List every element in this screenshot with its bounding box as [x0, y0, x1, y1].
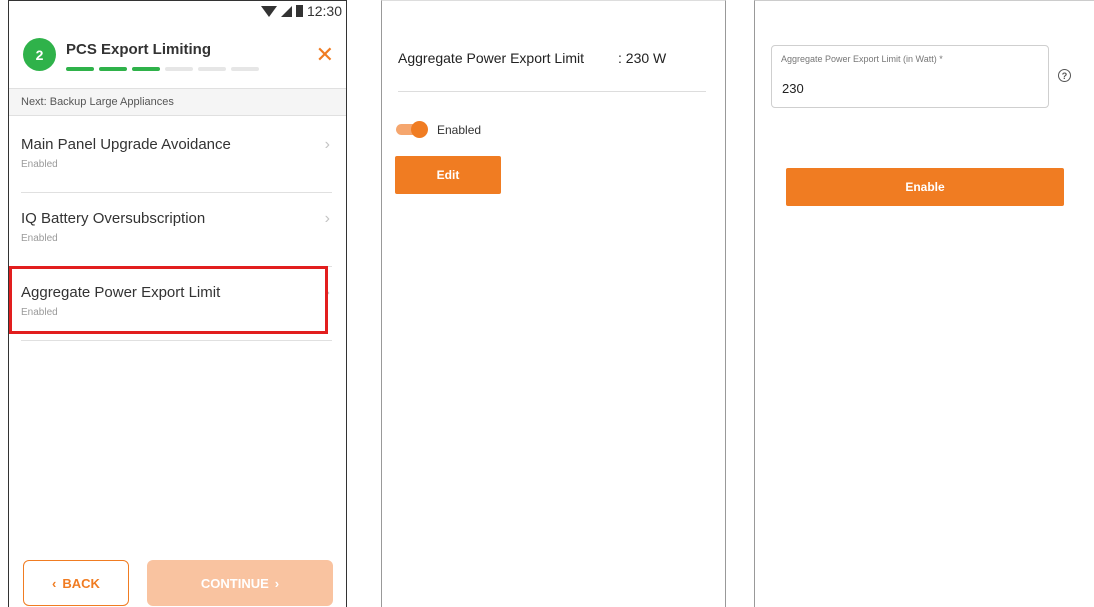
progress-segment: [66, 67, 94, 71]
edit-button[interactable]: Edit: [395, 156, 501, 194]
continue-button[interactable]: CONTINUE ›: [147, 560, 333, 606]
progress-segment: [231, 67, 259, 71]
list-item-status: Enabled: [21, 159, 58, 170]
close-icon[interactable]: ✕: [316, 44, 334, 66]
status-bar: 12:30: [9, 0, 346, 20]
progress-segment: [198, 67, 226, 71]
list-item-status: Enabled: [21, 233, 58, 244]
toggle-label: Enabled: [437, 123, 482, 137]
toggle-knob: [411, 121, 428, 138]
setting-value: : 230 W: [618, 50, 667, 66]
enable-button[interactable]: Enable: [786, 168, 1064, 206]
chevron-right-icon: ›: [324, 136, 330, 153]
wifi-icon: [260, 5, 277, 17]
list-item-iq-battery-oversubscription[interactable]: IQ Battery Oversubscription Enabled ›: [21, 198, 332, 268]
next-step-label: Next: Backup Large Appliances: [9, 88, 346, 116]
step-progress-bar: [66, 67, 259, 71]
signal-icon: [280, 5, 292, 17]
page-title: PCS Export Limiting: [66, 41, 212, 58]
detail-screen: Aggregate Power Export Limit : 230 W Ena…: [381, 0, 726, 607]
edit-screen: Aggregate Power Export Limit (in Watt) *…: [754, 0, 1094, 607]
highlight-box: [9, 266, 328, 334]
help-icon[interactable]: ?: [1058, 69, 1071, 82]
field-value[interactable]: 230: [782, 81, 804, 96]
chevron-right-icon: ›: [274, 575, 280, 591]
field-label: Aggregate Power Export Limit (in Watt) *: [781, 54, 943, 64]
chevron-left-icon: ‹: [52, 575, 57, 591]
enabled-toggle[interactable]: [396, 121, 428, 138]
list-item-main-panel-upgrade-avoidance[interactable]: Main Panel Upgrade Avoidance Enabled ›: [21, 124, 332, 194]
setting-label: Aggregate Power Export Limit: [398, 50, 584, 66]
chevron-right-icon: ›: [324, 210, 330, 227]
power-export-limit-field[interactable]: Aggregate Power Export Limit (in Watt) *…: [771, 45, 1049, 108]
battery-icon: [295, 5, 303, 17]
progress-segment: [132, 67, 160, 71]
phone-screen: 12:30 2 PCS Export Limiting ✕ Next: Back…: [8, 0, 347, 607]
divider: [21, 192, 332, 193]
progress-segment: [165, 67, 193, 71]
back-button-label: BACK: [62, 575, 100, 591]
progress-segment: [99, 67, 127, 71]
continue-button-label: CONTINUE: [200, 575, 269, 591]
status-time: 12:30: [306, 3, 342, 19]
step-number-badge: 2: [23, 38, 56, 71]
list-item-label: IQ Battery Oversubscription: [21, 210, 206, 227]
list-item-label: Main Panel Upgrade Avoidance: [21, 136, 231, 153]
divider: [398, 91, 706, 92]
divider: [21, 340, 332, 341]
back-button[interactable]: ‹ BACK: [23, 560, 129, 606]
